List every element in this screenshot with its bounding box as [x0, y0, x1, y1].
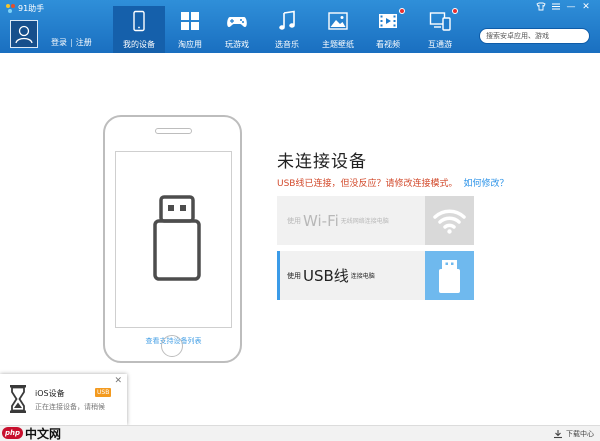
music-note-icon [279, 10, 295, 30]
nav-games[interactable]: 玩游戏 [211, 6, 263, 53]
wifi-tile [425, 196, 474, 245]
avatar[interactable] [10, 20, 38, 48]
how-to-change-link[interactable]: 如何修改？ [463, 179, 508, 189]
film-icon [379, 14, 397, 28]
download-center-label: 下载中心 [566, 430, 594, 438]
skin-icon[interactable] [535, 2, 547, 13]
popup-subtitle: 正在连接设备，请稍候 [35, 403, 105, 411]
wifi-connect-option[interactable]: 使用 Wi-Fi 无线网络连接电脑 [277, 196, 474, 245]
phone-illustration: 查看支持设备列表 [103, 115, 242, 363]
watermark-logo: php 中文网 [0, 425, 61, 441]
login-links: 登录 | 注册 [51, 37, 92, 48]
nav-label: 看视频 [376, 40, 400, 49]
device-connecting-popup: ✕ iOS设备 USB 正在连接设备，请稍候 [0, 374, 127, 425]
watermark-php: php [2, 427, 24, 439]
usb-warning-text: USB线已连接，但没反应？请修改连接模式。 [277, 179, 458, 189]
wifi-suffix: 无线网络连接电脑 [340, 218, 389, 225]
nav-label: 我的设备 [123, 40, 155, 49]
top-bar: 91助手 — ✕ 登录 | 注册 我的设备 淘应用 玩游戏 选音乐 主题壁纸 看… [0, 0, 600, 53]
wifi-icon [433, 209, 466, 234]
wifi-option-text: 使用 Wi-Fi 无线网络连接电脑 [287, 196, 389, 245]
nav-video[interactable]: 看视频 [362, 6, 414, 53]
nav-label: 淘应用 [178, 40, 202, 49]
phone-speaker [155, 128, 192, 134]
connection-hint: USB线已连接，但没反应？请修改连接模式。 如何修改？ [277, 176, 509, 189]
register-link[interactable]: 注册 [76, 38, 92, 47]
phone-icon [133, 10, 145, 32]
gamepad-icon [227, 17, 247, 27]
nav-wallpaper[interactable]: 主题壁纸 [312, 6, 364, 53]
phone-home-button [161, 335, 183, 357]
nav-label: 主题壁纸 [322, 40, 354, 49]
page-title: 未连接设备 [277, 152, 367, 172]
download-icon [554, 430, 562, 439]
wifi-title: Wi-Fi [303, 211, 339, 230]
close-icon[interactable]: ✕ [114, 376, 122, 386]
app-title-text: 91助手 [18, 4, 45, 13]
usb-option-text: 使用 USB线 连接电脑 [287, 251, 375, 300]
usb-tile [425, 251, 474, 300]
hourglass-icon [10, 385, 26, 413]
menu-icon[interactable] [550, 2, 562, 13]
usb-badge: USB [95, 388, 112, 397]
nav-apps[interactable]: 淘应用 [164, 6, 216, 53]
grid-icon [181, 12, 199, 30]
app-title: 91助手 [6, 3, 44, 14]
app-logo-icon [6, 4, 15, 13]
notification-dot [452, 8, 458, 14]
usb-title: USB线 [303, 267, 349, 285]
search-input[interactable] [479, 28, 590, 44]
picture-icon [328, 12, 348, 30]
wifi-prefix: 使用 [287, 216, 301, 225]
usb-suffix: 连接电脑 [350, 273, 375, 280]
close-icon[interactable]: ✕ [580, 2, 592, 13]
phone-screen: 查看支持设备列表 [115, 151, 232, 345]
status-bar: 下载中心 [0, 425, 600, 441]
nav-label: 玩游戏 [225, 40, 249, 49]
nav-my-devices[interactable]: 我的设备 [113, 6, 165, 53]
user-icon [15, 25, 33, 44]
usb-icon [439, 260, 460, 293]
usb-connect-option[interactable]: 使用 USB线 连接电脑 [277, 251, 474, 300]
download-center-button[interactable]: 下载中心 [553, 429, 594, 439]
popup-title: iOS设备 [35, 389, 65, 398]
nav-label: 选音乐 [275, 40, 299, 49]
devices-icon [429, 12, 451, 31]
nav-music[interactable]: 选音乐 [261, 6, 313, 53]
login-link[interactable]: 登录 [51, 38, 67, 47]
usb-plug-icon [153, 195, 201, 281]
nav-interconnect[interactable]: 互通游 [414, 6, 466, 53]
usb-prefix: 使用 [287, 271, 301, 280]
notification-dot [399, 8, 405, 14]
nav-label: 互通游 [428, 40, 452, 49]
minimize-icon[interactable]: — [565, 2, 577, 13]
login-separator: | [70, 38, 73, 47]
watermark-cn: 中文网 [25, 426, 62, 441]
